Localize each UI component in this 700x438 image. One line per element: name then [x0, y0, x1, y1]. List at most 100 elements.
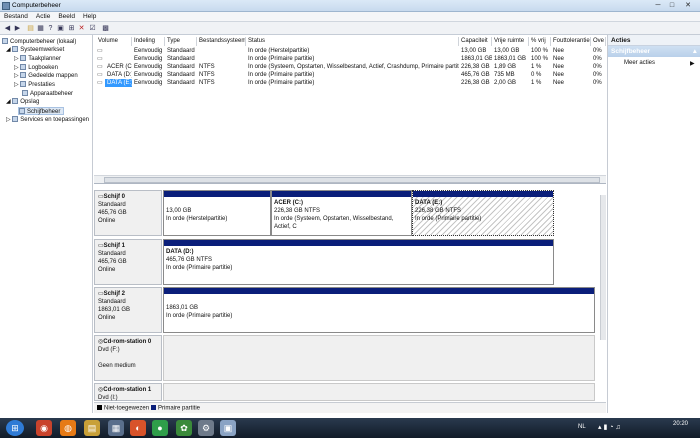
table-cell[interactable]: 1863,01 GB: [492, 55, 529, 63]
column-header-status[interactable]: Status: [246, 37, 459, 46]
disk-2-label[interactable]: ▭Schijf 2 Standaard 1863,01 GB Online: [94, 287, 162, 333]
volume-cell[interactable]: ACER (C:): [105, 63, 132, 71]
table-cell[interactable]: In orde (Herstelpartitie): [246, 47, 459, 55]
table-cell[interactable]: Nee: [551, 63, 591, 71]
connect-icon[interactable]: ⊞: [67, 24, 76, 33]
table-cell[interactable]: 1 %: [529, 63, 551, 71]
table-cell[interactable]: Eenvoudig: [132, 63, 165, 71]
tree-item-logboeken[interactable]: ▷ Logboeken: [14, 64, 58, 72]
partition-data-e[interactable]: DATA (E:) 226,38 GB NTFS In orde (Primai…: [412, 190, 554, 236]
table-cell[interactable]: 0%: [591, 79, 606, 87]
horizontal-scrollbar[interactable]: [94, 175, 606, 183]
vertical-scrollbar[interactable]: [600, 195, 606, 340]
column-header-volume[interactable]: Volume: [96, 37, 132, 46]
table-cell[interactable]: Eenvoudig: [132, 47, 165, 55]
volume-cell[interactable]: [105, 47, 132, 55]
column-header-indeling[interactable]: Indeling: [132, 37, 165, 46]
tree-item-apparaatbeheer[interactable]: Apparaatbeheer: [22, 90, 73, 98]
cdrom-1-area[interactable]: [163, 383, 595, 401]
partition-recovery[interactable]: 13,00 GB In orde (Herstelpartitie): [163, 190, 271, 236]
tree-item-prestaties[interactable]: ▷ Prestaties: [14, 81, 55, 89]
table-cell[interactable]: NTFS: [197, 79, 246, 87]
table-cell[interactable]: Eenvoudig: [132, 79, 165, 87]
actions-section-schijfbeheer[interactable]: Schijfbeheer ▲: [608, 46, 700, 57]
partition-data-d[interactable]: DATA (D:) 465,76 GB NTFS In orde (Primai…: [163, 239, 554, 285]
partition-disk-2[interactable]: 1863,01 GB In orde (Primaire partitie): [163, 287, 595, 333]
table-cell[interactable]: Nee: [551, 55, 591, 63]
table-cell[interactable]: In orde (Primaire partitie): [246, 79, 459, 87]
table-cell[interactable]: Standaard: [165, 63, 197, 71]
table-cell[interactable]: Standaard: [165, 55, 197, 63]
table-cell[interactable]: Standaard: [165, 71, 197, 79]
volume-cell[interactable]: [105, 55, 132, 63]
table-cell[interactable]: 0%: [591, 71, 606, 79]
delete-icon[interactable]: ✕: [77, 24, 86, 33]
table-cell[interactable]: 735 MB: [492, 71, 529, 79]
table-cell[interactable]: Standaard: [165, 79, 197, 87]
firefox-icon[interactable]: ◍: [60, 420, 76, 436]
folder-icon[interactable]: ▤: [26, 24, 35, 33]
volume-cell[interactable]: DATA (D:): [105, 71, 132, 79]
explorer-icon[interactable]: ▤: [84, 420, 100, 436]
tree-item-root[interactable]: Computerbeheer (lokaal): [2, 38, 76, 46]
table-cell[interactable]: 0%: [591, 63, 606, 71]
minimize-button[interactable]: ─: [652, 1, 664, 10]
column-header-vrije-ruimte[interactable]: Vrije ruimte: [492, 37, 529, 46]
column-header-bestandssysteem[interactable]: Bestandssysteem: [197, 37, 246, 46]
collapse-icon[interactable]: ▲: [692, 46, 698, 57]
table-cell[interactable]: 465,76 GB: [459, 71, 492, 79]
cdrom-0-label[interactable]: ◎Cd-rom-station 0 Dvd (F:) Geen medium: [94, 335, 162, 381]
table-cell[interactable]: NTFS: [197, 71, 246, 79]
disk-1-label[interactable]: ▭Schijf 1 Standaard 465,76 GB Online: [94, 239, 162, 285]
table-cell[interactable]: NTFS: [197, 63, 246, 71]
table-cell[interactable]: In orde (Primaire partitie): [246, 71, 459, 79]
more-actions-link[interactable]: Meer acties ▶: [624, 60, 695, 67]
column-header-fouttolerantie[interactable]: Fouttolerantie: [551, 37, 591, 46]
table-cell[interactable]: Nee: [551, 47, 591, 55]
menu-actie[interactable]: Actie: [32, 12, 54, 22]
language-indicator[interactable]: NL: [578, 424, 586, 430]
tree-item-opslag[interactable]: ◢ Opslag: [6, 98, 39, 106]
partition-acer-c[interactable]: ACER (C:) 226,38 GB NTFS In orde (Systee…: [271, 190, 412, 236]
view-icon[interactable]: ▣: [56, 24, 65, 33]
start-button[interactable]: ⊞: [6, 420, 24, 436]
back-icon[interactable]: ◀: [3, 24, 12, 33]
menu-beeld[interactable]: Beeld: [54, 12, 79, 22]
table-cell[interactable]: 1,89 GB: [492, 63, 529, 71]
table-cell[interactable]: 13,00 GB: [492, 47, 529, 55]
tree-item-gedeelde-mappen[interactable]: ▷ Gedeelde mappen: [14, 72, 78, 80]
settings-icon[interactable]: ✿: [176, 420, 192, 436]
tree-item-systeemwerkset[interactable]: ◢ Systeemwerkset: [6, 46, 64, 54]
computer-management-task-icon[interactable]: ▣: [220, 420, 236, 436]
menu-bestand[interactable]: Bestand: [0, 12, 32, 22]
cdrom-1-label[interactable]: ◎Cd-rom-station 1 Dvd (I:): [94, 383, 162, 401]
table-cell[interactable]: 226,38 GB: [459, 79, 492, 87]
disk-icon[interactable]: ▩: [101, 24, 110, 33]
table-cell[interactable]: 2,00 GB: [492, 79, 529, 87]
maximize-button[interactable]: □: [666, 1, 678, 10]
table-cell[interactable]: 100 %: [529, 55, 551, 63]
table-cell[interactable]: [197, 55, 246, 63]
table-cell[interactable]: 0 %: [529, 71, 551, 79]
table-cell[interactable]: Eenvoudig: [132, 71, 165, 79]
chrome-icon[interactable]: ◉: [36, 420, 52, 436]
forward-icon[interactable]: ▶: [13, 24, 22, 33]
tree-item-taakplanner[interactable]: ▷ Taakplanner: [14, 55, 61, 63]
tree-item-services[interactable]: ▷ Services en toepassingen: [6, 116, 89, 124]
table-cell[interactable]: 0%: [591, 55, 606, 63]
tree-item-schijfbeheer[interactable]: Schijfbeheer: [18, 107, 64, 115]
app-icon[interactable]: ▦: [108, 420, 124, 436]
volume-cell[interactable]: DATA (E:): [105, 79, 132, 87]
check-icon[interactable]: ☑: [88, 24, 97, 33]
scrollbar-thumb[interactable]: [104, 177, 600, 183]
column-header-type[interactable]: Type: [165, 37, 197, 46]
media-icon[interactable]: ◐: [130, 420, 146, 436]
menu-help[interactable]: Help: [79, 12, 100, 22]
close-button[interactable]: ✕: [682, 1, 694, 10]
column-header-pct-vrij[interactable]: % vrij: [529, 37, 551, 46]
table-cell[interactable]: [197, 47, 246, 55]
table-cell[interactable]: Nee: [551, 79, 591, 87]
chat-icon[interactable]: ●: [152, 420, 168, 436]
help-icon[interactable]: ?: [46, 24, 55, 33]
cdrom-0-area[interactable]: [163, 335, 595, 381]
